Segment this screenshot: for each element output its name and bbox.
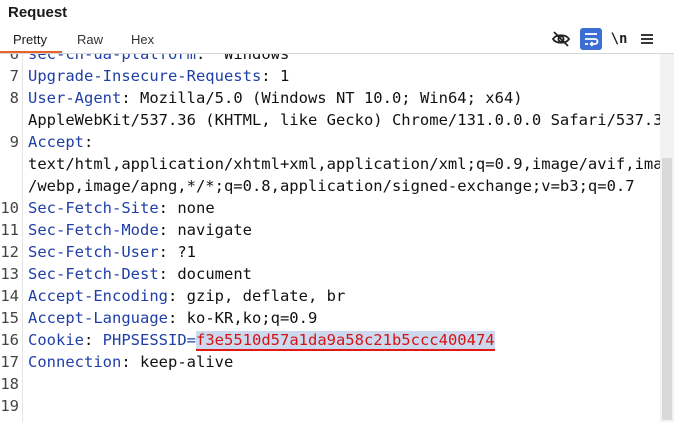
tab-raw[interactable]: Raw [77, 32, 103, 47]
eye-off-icon [551, 31, 571, 47]
header-value: AppleWebKit/537.36 (KHTML, like Gecko) C… [28, 111, 660, 129]
line-content: AppleWebKit/537.36 (KHTML, like Gecko) C… [28, 109, 660, 131]
header-value: 1 [279, 67, 290, 85]
header-separator: : [158, 221, 178, 239]
header-separator: : [121, 89, 140, 107]
header-name: Connection [28, 353, 122, 371]
header-separator: : [167, 309, 187, 327]
word-wrap-button[interactable] [580, 28, 602, 50]
header-value: "Windows" [214, 54, 299, 63]
show-newlines-button[interactable]: \n [608, 28, 630, 50]
line-number: 19 [0, 397, 19, 415]
header-value: keep-alive [140, 353, 234, 371]
line-number: 14 [0, 287, 19, 305]
header-value: gzip, deflate, br [186, 287, 346, 305]
header-name: User-Agent [28, 89, 122, 107]
header-separator: : [158, 265, 178, 283]
line-number: 8 [9, 89, 19, 107]
line-number: 6 [9, 54, 19, 63]
newline-label: \n [610, 31, 628, 47]
line-number: 11 [0, 221, 19, 239]
hamburger-menu-icon [641, 34, 653, 44]
header-value: text/html,application/xhtml+xml,applicat… [28, 155, 660, 173]
header-name: Sec-Fetch-User [28, 243, 159, 261]
line-number: 15 [0, 309, 19, 327]
request-editor[interactable]: 6 sec-ch-ua-platform: "Windows" 7 Upgrade-I… [0, 54, 660, 422]
header-name: Sec-Fetch-Site [28, 199, 159, 217]
header-value: document [177, 265, 252, 283]
session-id-highlight[interactable]: f3e5510d57a1da9a58c21b5ccc400474 [196, 331, 495, 351]
header-separator: : [84, 133, 94, 151]
line-content: Accept-Language: ko-KR,ko;q=0.9 [28, 307, 317, 329]
header-separator: : [195, 54, 215, 63]
header-separator: : [261, 67, 280, 85]
panel-title: Request [8, 4, 68, 21]
header-separator: : [158, 199, 178, 217]
hide-nonprintable-button[interactable] [550, 28, 572, 50]
line-content: Sec-Fetch-User: ?1 [28, 241, 196, 263]
header-name: Accept [28, 133, 84, 151]
line-number: 17 [0, 353, 19, 371]
header-separator: : [84, 331, 103, 349]
line-content: sec-ch-ua-platform: "Windows" [28, 54, 299, 65]
header-separator: : [167, 287, 187, 305]
header-name: Cookie [28, 331, 84, 349]
line-content: Sec-Fetch-Site: none [28, 197, 215, 219]
line-content: text/html,application/xhtml+xml,applicat… [28, 153, 660, 175]
tab-hex[interactable]: Hex [131, 32, 154, 47]
header-name: Accept-Language [28, 309, 168, 327]
header-separator: : [158, 243, 178, 261]
header-name: Upgrade-Insecure-Requests [28, 67, 262, 85]
header-name: Sec-Fetch-Mode [28, 221, 159, 239]
line-number: 18 [0, 375, 19, 393]
line-number: 7 [9, 67, 19, 85]
line-content: /webp,image/apng,*/*;q=0.8,application/s… [28, 175, 635, 197]
header-value: /webp,image/apng,*/*;q=0.8,application/s… [28, 177, 635, 195]
wrap-lines-icon [585, 33, 599, 47]
line-number: 10 [0, 199, 19, 217]
line-content: User-Agent: Mozilla/5.0 (Windows NT 10.0… [28, 87, 523, 109]
line-content: Sec-Fetch-Dest: document [28, 263, 252, 285]
cookie-name: PHPSESSID= [102, 331, 196, 349]
line-number: 12 [0, 243, 19, 261]
header-value: ?1 [177, 243, 196, 261]
line-number: 9 [9, 133, 19, 151]
header-separator: : [121, 353, 140, 371]
header-value: ko-KR,ko;q=0.9 [186, 309, 318, 327]
line-number: 16 [0, 331, 19, 349]
line-content: Accept: [28, 131, 93, 153]
header-name: Accept-Encoding [28, 287, 168, 305]
tab-pretty[interactable]: Pretty [13, 32, 47, 47]
header-value: Mozilla/5.0 (Windows NT 10.0; Win64; x64… [140, 89, 523, 107]
scrollbar-thumb[interactable] [662, 158, 672, 420]
header-name: Sec-Fetch-Dest [28, 265, 159, 283]
menu-button[interactable] [636, 28, 658, 50]
editor-toolbar: \n [550, 28, 660, 52]
line-content: Cookie: PHPSESSID=f3e5510d57a1da9a58c21b… [28, 329, 495, 351]
header-value: none [177, 199, 215, 217]
header-name: sec-ch-ua-platform [28, 54, 196, 63]
line-content: Upgrade-Insecure-Requests: 1 [28, 65, 289, 87]
line-content: Accept-Encoding: gzip, deflate, br [28, 285, 345, 307]
line-content: Sec-Fetch-Mode: navigate [28, 219, 252, 241]
header-value: navigate [177, 221, 252, 239]
line-number: 13 [0, 265, 19, 283]
line-content: Connection: keep-alive [28, 351, 233, 373]
